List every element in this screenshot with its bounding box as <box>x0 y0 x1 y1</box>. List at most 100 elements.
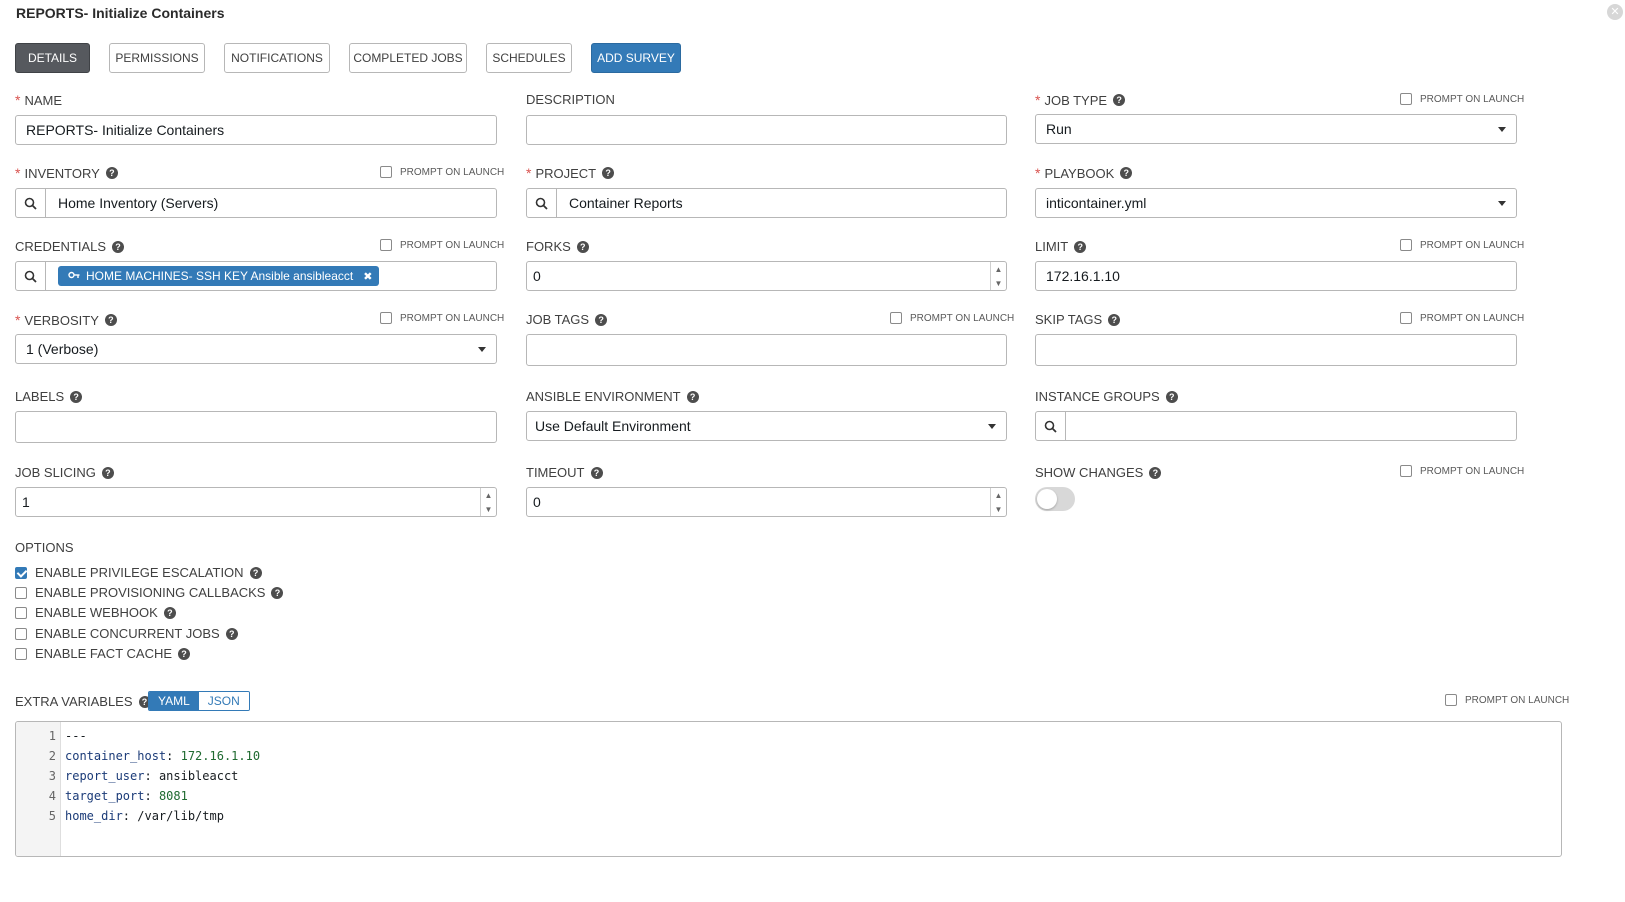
help-icon[interactable]: ? <box>70 390 83 403</box>
help-icon[interactable]: ? <box>595 313 608 326</box>
inventory-lookup[interactable]: Home Inventory (Servers) <box>15 188 497 218</box>
checkbox-icon[interactable] <box>15 586 27 599</box>
option-webhook[interactable]: ENABLE WEBHOOK ? <box>15 605 176 620</box>
number-stepper[interactable]: ▲ ▼ <box>990 488 1006 516</box>
checkbox-icon[interactable] <box>380 239 392 251</box>
json-toggle-button[interactable]: JSON <box>198 692 249 710</box>
number-stepper[interactable]: ▲ ▼ <box>480 488 496 516</box>
help-icon[interactable]: ? <box>101 466 114 479</box>
ansible-environment-select[interactable]: Use Default Environment <box>526 411 1007 441</box>
verbosity-prompt-on-launch[interactable]: PROMPT ON LAUNCH <box>380 312 504 324</box>
code-line: home_dir: /var/lib/tmp <box>65 809 224 823</box>
credentials-lookup[interactable]: HOME MACHINES- SSH KEY Ansible ansibleac… <box>15 261 497 291</box>
job-tags-input[interactable] <box>526 334 1007 366</box>
help-icon[interactable]: ? <box>602 167 615 179</box>
checkbox-icon[interactable] <box>15 647 27 660</box>
option-provisioning-callbacks[interactable]: ENABLE PROVISIONING CALLBACKS ? <box>15 585 284 600</box>
help-icon[interactable]: ? <box>178 647 191 660</box>
job-type-select[interactable]: Run <box>1035 114 1517 144</box>
tab-notifications[interactable]: NOTIFICATIONS <box>224 43 330 73</box>
verbosity-label: * VERBOSITY ? <box>15 312 117 328</box>
credential-chip[interactable]: HOME MACHINES- SSH KEY Ansible ansibleac… <box>58 266 380 286</box>
checkbox-icon[interactable] <box>380 312 392 324</box>
extra-variables-editor[interactable]: 1 --- 2 container_host: 172.16.1.10 3 re… <box>15 721 1562 857</box>
tab-details[interactable]: DETAILS <box>15 43 90 73</box>
tab-permissions[interactable]: PERMISSIONS <box>109 43 205 73</box>
extra-variables-label: EXTRA VARIABLES ? <box>15 694 151 709</box>
labels-input[interactable] <box>15 411 497 443</box>
tab-completed-jobs[interactable]: COMPLETED JOBS <box>349 43 467 73</box>
checkbox-checked-icon[interactable] <box>15 566 27 579</box>
show-changes-toggle[interactable] <box>1035 487 1075 511</box>
verbosity-select[interactable]: 1 (Verbose) <box>15 334 497 364</box>
job-slicing-input[interactable]: 1 ▲ ▼ <box>15 487 497 517</box>
help-icon[interactable]: ? <box>249 566 262 579</box>
checkbox-icon[interactable] <box>1400 312 1412 324</box>
options-label: OPTIONS <box>15 540 74 555</box>
help-icon[interactable]: ? <box>1149 466 1162 479</box>
search-icon[interactable] <box>527 189 557 217</box>
checkbox-icon[interactable] <box>380 166 392 178</box>
checkbox-icon[interactable] <box>15 627 27 640</box>
help-icon[interactable]: ? <box>1120 167 1133 179</box>
help-icon[interactable]: ? <box>1074 240 1087 253</box>
checkbox-icon[interactable] <box>1400 239 1412 251</box>
job-slicing-label: JOB SLICING ? <box>15 465 114 480</box>
playbook-select[interactable]: inticontainer.yml <box>1035 188 1517 218</box>
option-concurrent-jobs[interactable]: ENABLE CONCURRENT JOBS ? <box>15 626 238 641</box>
tab-schedules[interactable]: SCHEDULES <box>486 43 572 73</box>
close-icon[interactable]: ✕ <box>1607 4 1623 20</box>
option-fact-cache[interactable]: ENABLE FACT CACHE ? <box>15 646 191 661</box>
required-marker: * <box>15 92 21 108</box>
checkbox-icon[interactable] <box>1400 465 1412 477</box>
forks-input[interactable]: 0 ▲ ▼ <box>526 261 1007 291</box>
key-icon <box>68 269 80 283</box>
help-icon[interactable]: ? <box>163 606 176 619</box>
instance-groups-lookup[interactable] <box>1035 411 1517 441</box>
labels-label: LABELS ? <box>15 389 83 404</box>
yaml-toggle-button[interactable]: YAML <box>149 692 199 710</box>
help-icon[interactable]: ? <box>225 627 238 640</box>
add-survey-button[interactable]: ADD SURVEY <box>591 43 681 73</box>
required-marker: * <box>1035 92 1041 108</box>
help-icon[interactable]: ? <box>104 314 117 326</box>
checkbox-icon[interactable] <box>1400 93 1412 105</box>
timeout-input[interactable]: 0 ▲ ▼ <box>526 487 1007 517</box>
project-lookup[interactable]: Container Reports <box>526 188 1007 218</box>
skip-tags-prompt-on-launch[interactable]: PROMPT ON LAUNCH <box>1400 312 1524 324</box>
checkbox-icon[interactable] <box>15 606 27 619</box>
credentials-prompt-on-launch[interactable]: PROMPT ON LAUNCH <box>380 239 504 251</box>
show-changes-prompt-on-launch[interactable]: PROMPT ON LAUNCH <box>1400 465 1524 477</box>
help-icon[interactable]: ? <box>1108 313 1121 326</box>
number-stepper[interactable]: ▲ ▼ <box>990 262 1006 290</box>
search-icon[interactable] <box>1036 412 1066 440</box>
checkbox-icon[interactable] <box>1445 694 1457 706</box>
limit-prompt-on-launch[interactable]: PROMPT ON LAUNCH <box>1400 239 1524 251</box>
help-icon[interactable]: ? <box>576 240 589 253</box>
limit-label: LIMIT ? <box>1035 239 1087 254</box>
help-icon[interactable]: ? <box>1165 390 1178 403</box>
help-icon[interactable]: ? <box>271 586 284 599</box>
inventory-prompt-on-launch[interactable]: PROMPT ON LAUNCH <box>380 166 504 178</box>
skip-tags-label: SKIP TAGS ? <box>1035 312 1121 327</box>
name-input[interactable]: REPORTS- Initialize Containers <box>15 115 497 145</box>
checkbox-icon[interactable] <box>890 312 902 324</box>
extra-variables-prompt-on-launch[interactable]: PROMPT ON LAUNCH <box>1445 694 1569 706</box>
limit-input[interactable]: 172.16.1.10 <box>1035 261 1517 291</box>
code-line: --- <box>65 729 87 743</box>
description-input[interactable] <box>526 115 1007 145</box>
remove-chip-icon[interactable]: ✖ <box>363 270 372 283</box>
option-privilege-escalation[interactable]: ENABLE PRIVILEGE ESCALATION ? <box>15 565 262 580</box>
search-icon[interactable] <box>16 189 46 217</box>
search-icon[interactable] <box>16 262 46 290</box>
help-icon[interactable]: ? <box>105 167 118 179</box>
skip-tags-input[interactable] <box>1035 334 1517 366</box>
job-tags-prompt-on-launch[interactable]: PROMPT ON LAUNCH <box>890 312 1014 324</box>
project-label: * PROJECT ? <box>526 165 615 181</box>
job-type-prompt-on-launch[interactable]: PROMPT ON LAUNCH <box>1400 93 1524 105</box>
help-icon[interactable]: ? <box>590 466 603 479</box>
help-icon[interactable]: ? <box>112 240 125 253</box>
help-icon[interactable]: ? <box>1113 94 1126 106</box>
help-icon[interactable]: ? <box>686 390 699 403</box>
syntax-toggle[interactable]: YAML JSON <box>148 691 250 711</box>
